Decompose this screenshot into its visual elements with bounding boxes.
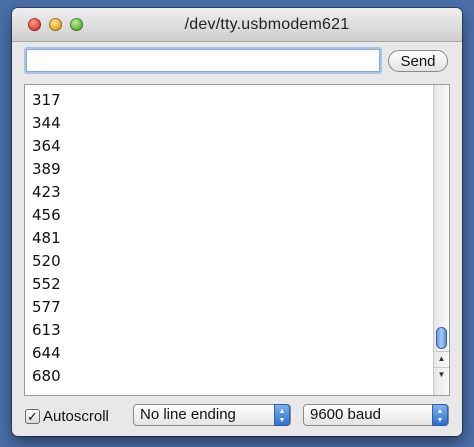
baud-rate-value: 9600 baud <box>310 406 381 423</box>
vertical-scrollbar[interactable]: ▲ ▼ <box>433 85 449 395</box>
output-line: 481 <box>32 229 61 247</box>
output-line: 644 <box>32 344 61 362</box>
baud-rate-select[interactable]: 9600 baud ▲ ▼ <box>303 404 449 426</box>
serial-output-panel[interactable]: 317 344 364 389 423 456 481 520 552 577 613 644 680 … <box>24 84 450 396</box>
scroll-down-arrow-icon[interactable]: ▼ <box>434 367 449 382</box>
bottom-toolbar: ✓ Autoscroll No line ending ▲ ▼ 9600 baud… <box>12 398 462 436</box>
output-line: 552 <box>32 275 61 293</box>
autoscroll-checkbox[interactable]: ✓ <box>25 408 40 424</box>
output-line: 389 <box>32 160 61 178</box>
output-line: 680 <box>32 367 61 385</box>
autoscroll-label: Autoscroll <box>43 407 109 425</box>
scrollbar-thumb[interactable] <box>436 327 447 349</box>
line-ending-value: No line ending <box>140 406 236 423</box>
output-line: 613 <box>32 321 61 339</box>
minimize-window-button[interactable] <box>49 18 62 31</box>
output-line: 456 <box>32 206 61 224</box>
line-ending-select[interactable]: No line ending ▲ ▼ <box>133 404 291 426</box>
send-button[interactable]: Send <box>388 50 448 72</box>
zoom-window-button[interactable] <box>70 18 83 31</box>
output-line: 520 <box>32 252 61 270</box>
output-line: 577 <box>32 298 61 316</box>
select-arrows-icon: ▲ ▼ <box>274 404 290 426</box>
output-line: 317 <box>32 91 61 109</box>
output-lines: 317 344 364 389 423 456 481 520 552 577 613 644 680 <box>32 89 61 388</box>
scroll-up-arrow-icon[interactable]: ▲ <box>434 351 449 366</box>
window-title: /dev/tty.usbmodem621 <box>184 16 350 33</box>
autoscroll-toggle[interactable]: ✓ Autoscroll <box>25 406 109 426</box>
send-input[interactable] <box>26 49 380 72</box>
output-line: 364 <box>32 137 61 155</box>
title-bar[interactable]: /dev/tty.usbmodem621 <box>12 8 462 42</box>
output-line: 423 <box>32 183 61 201</box>
serial-monitor-window: /dev/tty.usbmodem621 Send 317 344 364 389 42… <box>12 8 462 436</box>
close-window-button[interactable] <box>28 18 41 31</box>
select-arrows-icon: ▲ ▼ <box>432 404 448 426</box>
output-line: 344 <box>32 114 61 132</box>
